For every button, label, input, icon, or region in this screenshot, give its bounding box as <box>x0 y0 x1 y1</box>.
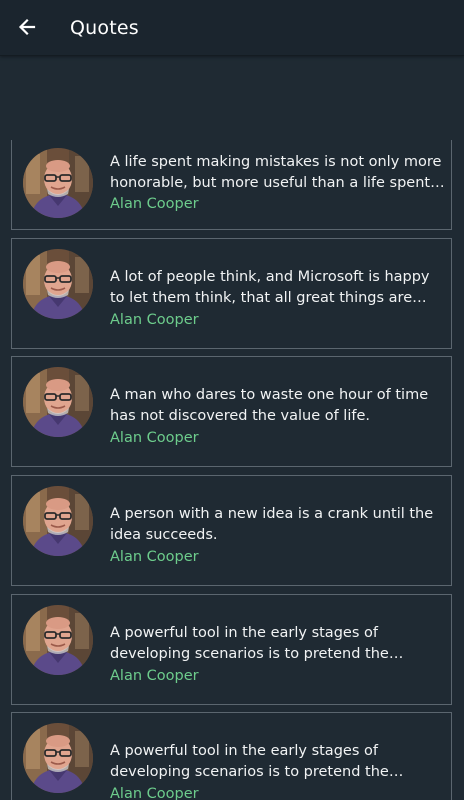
quote-author: Alan Cooper <box>110 668 199 684</box>
app-screen: Quotes A life spent making mistakes is n… <box>0 0 464 800</box>
quote-card[interactable]: A person with a new idea is a crank unti… <box>11 475 452 586</box>
quote-card[interactable]: A powerful tool in the early stages of d… <box>11 712 452 800</box>
quote-author: Alan Cooper <box>110 549 199 565</box>
quote-card[interactable]: A powerful tool in the early stages of d… <box>11 594 452 705</box>
quote-author: Alan Cooper <box>110 312 199 328</box>
back-button[interactable] <box>10 10 44 44</box>
quote-author: Alan Cooper <box>110 196 199 212</box>
page-title: Quotes <box>70 17 139 39</box>
quote-author: Alan Cooper <box>110 430 199 446</box>
quote-card[interactable]: A lot of people think, and Microsoft is … <box>11 238 452 349</box>
author-avatar <box>23 148 93 218</box>
quote-author: Alan Cooper <box>110 786 199 800</box>
top-app-bar: Quotes <box>0 0 464 56</box>
quote-text: A powerful tool in the early stages of d… <box>110 743 389 780</box>
author-avatar <box>23 605 93 675</box>
arrow-back-icon <box>18 18 36 36</box>
quote-text: A powerful tool in the early stages of d… <box>110 625 389 662</box>
author-avatar <box>23 249 93 319</box>
quote-text: A lot of people think, and Microsoft is … <box>110 269 430 306</box>
quote-card[interactable]: A life spent making mistakes is not only… <box>11 140 452 230</box>
quote-card[interactable]: A man who dares to waste one hour of tim… <box>11 356 452 467</box>
quote-text: A man who dares to waste one hour of tim… <box>110 387 429 424</box>
author-avatar <box>23 723 93 793</box>
quote-text: A person with a new idea is a crank unti… <box>110 506 434 543</box>
quote-text: A life spent making mistakes is not only… <box>110 154 442 191</box>
author-avatar <box>23 367 93 437</box>
author-avatar <box>23 486 93 556</box>
quote-list[interactable]: A life spent making mistakes is not only… <box>0 55 464 800</box>
